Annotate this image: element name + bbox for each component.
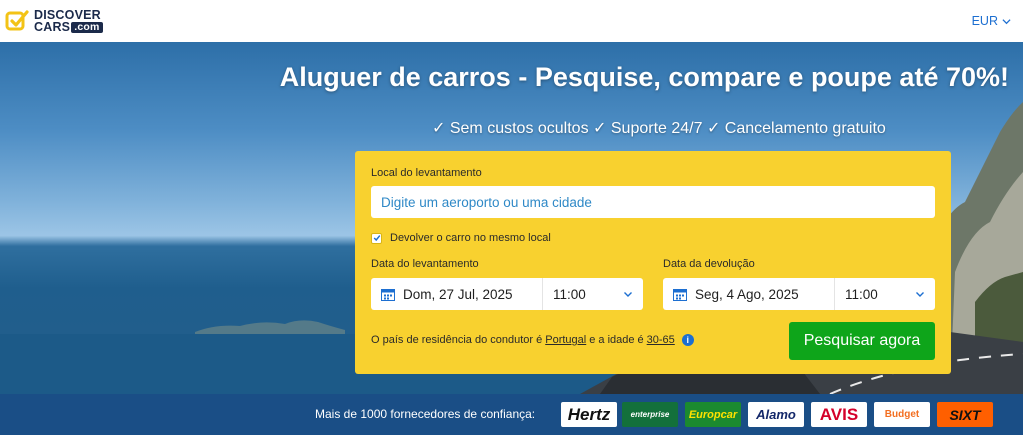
currency-label: EUR — [971, 14, 998, 28]
return-time-value: 11:00 — [845, 286, 878, 302]
suppliers-strip: Mais de 1000 fornecedores de confiança: … — [0, 394, 1023, 435]
driver-info: O país de residência do condutor é Portu… — [371, 334, 694, 346]
hero-benefits: ✓ Sem custos ocultos ✓ Suporte 24/7 ✓ Ca… — [432, 120, 886, 137]
search-form: Local do levantamento Devolver o carro n… — [355, 151, 951, 374]
driver-age-link[interactable]: 30-65 — [647, 334, 675, 346]
logo-check-icon — [5, 10, 29, 31]
brand-logo-hertz: Hertz — [561, 402, 617, 427]
logo-com: .com — [71, 21, 103, 33]
return-time-select[interactable]: 11:00 — [835, 278, 935, 310]
chevron-down-icon — [624, 292, 632, 297]
chevron-down-icon — [1002, 18, 1011, 24]
chevron-down-icon — [916, 292, 924, 297]
brand-logo-enterprise: enterprise — [622, 402, 678, 427]
hero-title: Aluguer de carros - Pesquise, compare e … — [279, 62, 1009, 92]
search-now-button[interactable]: Pesquisar agora — [789, 322, 935, 360]
pickup-datetime-field: Dom, 27 Jul, 2025 11:00 — [371, 278, 643, 310]
info-icon[interactable]: i — [681, 334, 694, 346]
brand-logo-alamo: Alamo — [748, 402, 804, 427]
checkmark-icon — [373, 235, 380, 242]
brand-logo-europcar: Europcar — [685, 402, 741, 427]
pickup-date-label: Data do levantamento — [371, 258, 479, 270]
return-date-label: Data da devolução — [663, 258, 755, 270]
brand-logo-sixt: SIXT — [937, 402, 993, 427]
calendar-icon — [381, 288, 395, 301]
pickup-location-input[interactable] — [371, 186, 935, 218]
same-location-checkbox[interactable] — [371, 232, 382, 244]
discovercars-logo[interactable]: DISCOVER CARS .com — [4, 8, 103, 34]
driver-info-mid: e a idade é — [589, 334, 644, 346]
brand-logo-avis: AVIS — [811, 402, 867, 427]
driver-info-prefix: O país de residência do condutor é — [371, 334, 543, 346]
pickup-date-value: Dom, 27 Jul, 2025 — [403, 286, 513, 302]
same-location-toggle[interactable]: Devolver o carro no mesmo local — [371, 232, 551, 244]
pickup-time-value: 11:00 — [553, 286, 586, 302]
calendar-icon — [673, 288, 687, 301]
suppliers-label: Mais de 1000 fornecedores de confiança: — [315, 407, 536, 421]
driver-country-link[interactable]: Portugal — [545, 334, 586, 346]
pickup-time-select[interactable]: 11:00 — [543, 278, 643, 310]
return-date-picker[interactable]: Seg, 4 Ago, 2025 — [663, 278, 835, 310]
brand-logo-budget: Budget — [874, 402, 930, 427]
return-date-value: Seg, 4 Ago, 2025 — [695, 286, 799, 302]
pickup-date-picker[interactable]: Dom, 27 Jul, 2025 — [371, 278, 543, 310]
return-datetime-field: Seg, 4 Ago, 2025 11:00 — [663, 278, 935, 310]
same-location-label: Devolver o carro no mesmo local — [390, 232, 551, 244]
currency-selector[interactable]: EUR — [972, 14, 1011, 28]
logo-wordmark: DISCOVER CARS .com — [34, 9, 103, 33]
pickup-location-label: Local do levantamento — [371, 167, 482, 179]
logo-line2: CARS — [34, 20, 71, 34]
top-bar: DISCOVER CARS .com EUR — [0, 0, 1023, 42]
